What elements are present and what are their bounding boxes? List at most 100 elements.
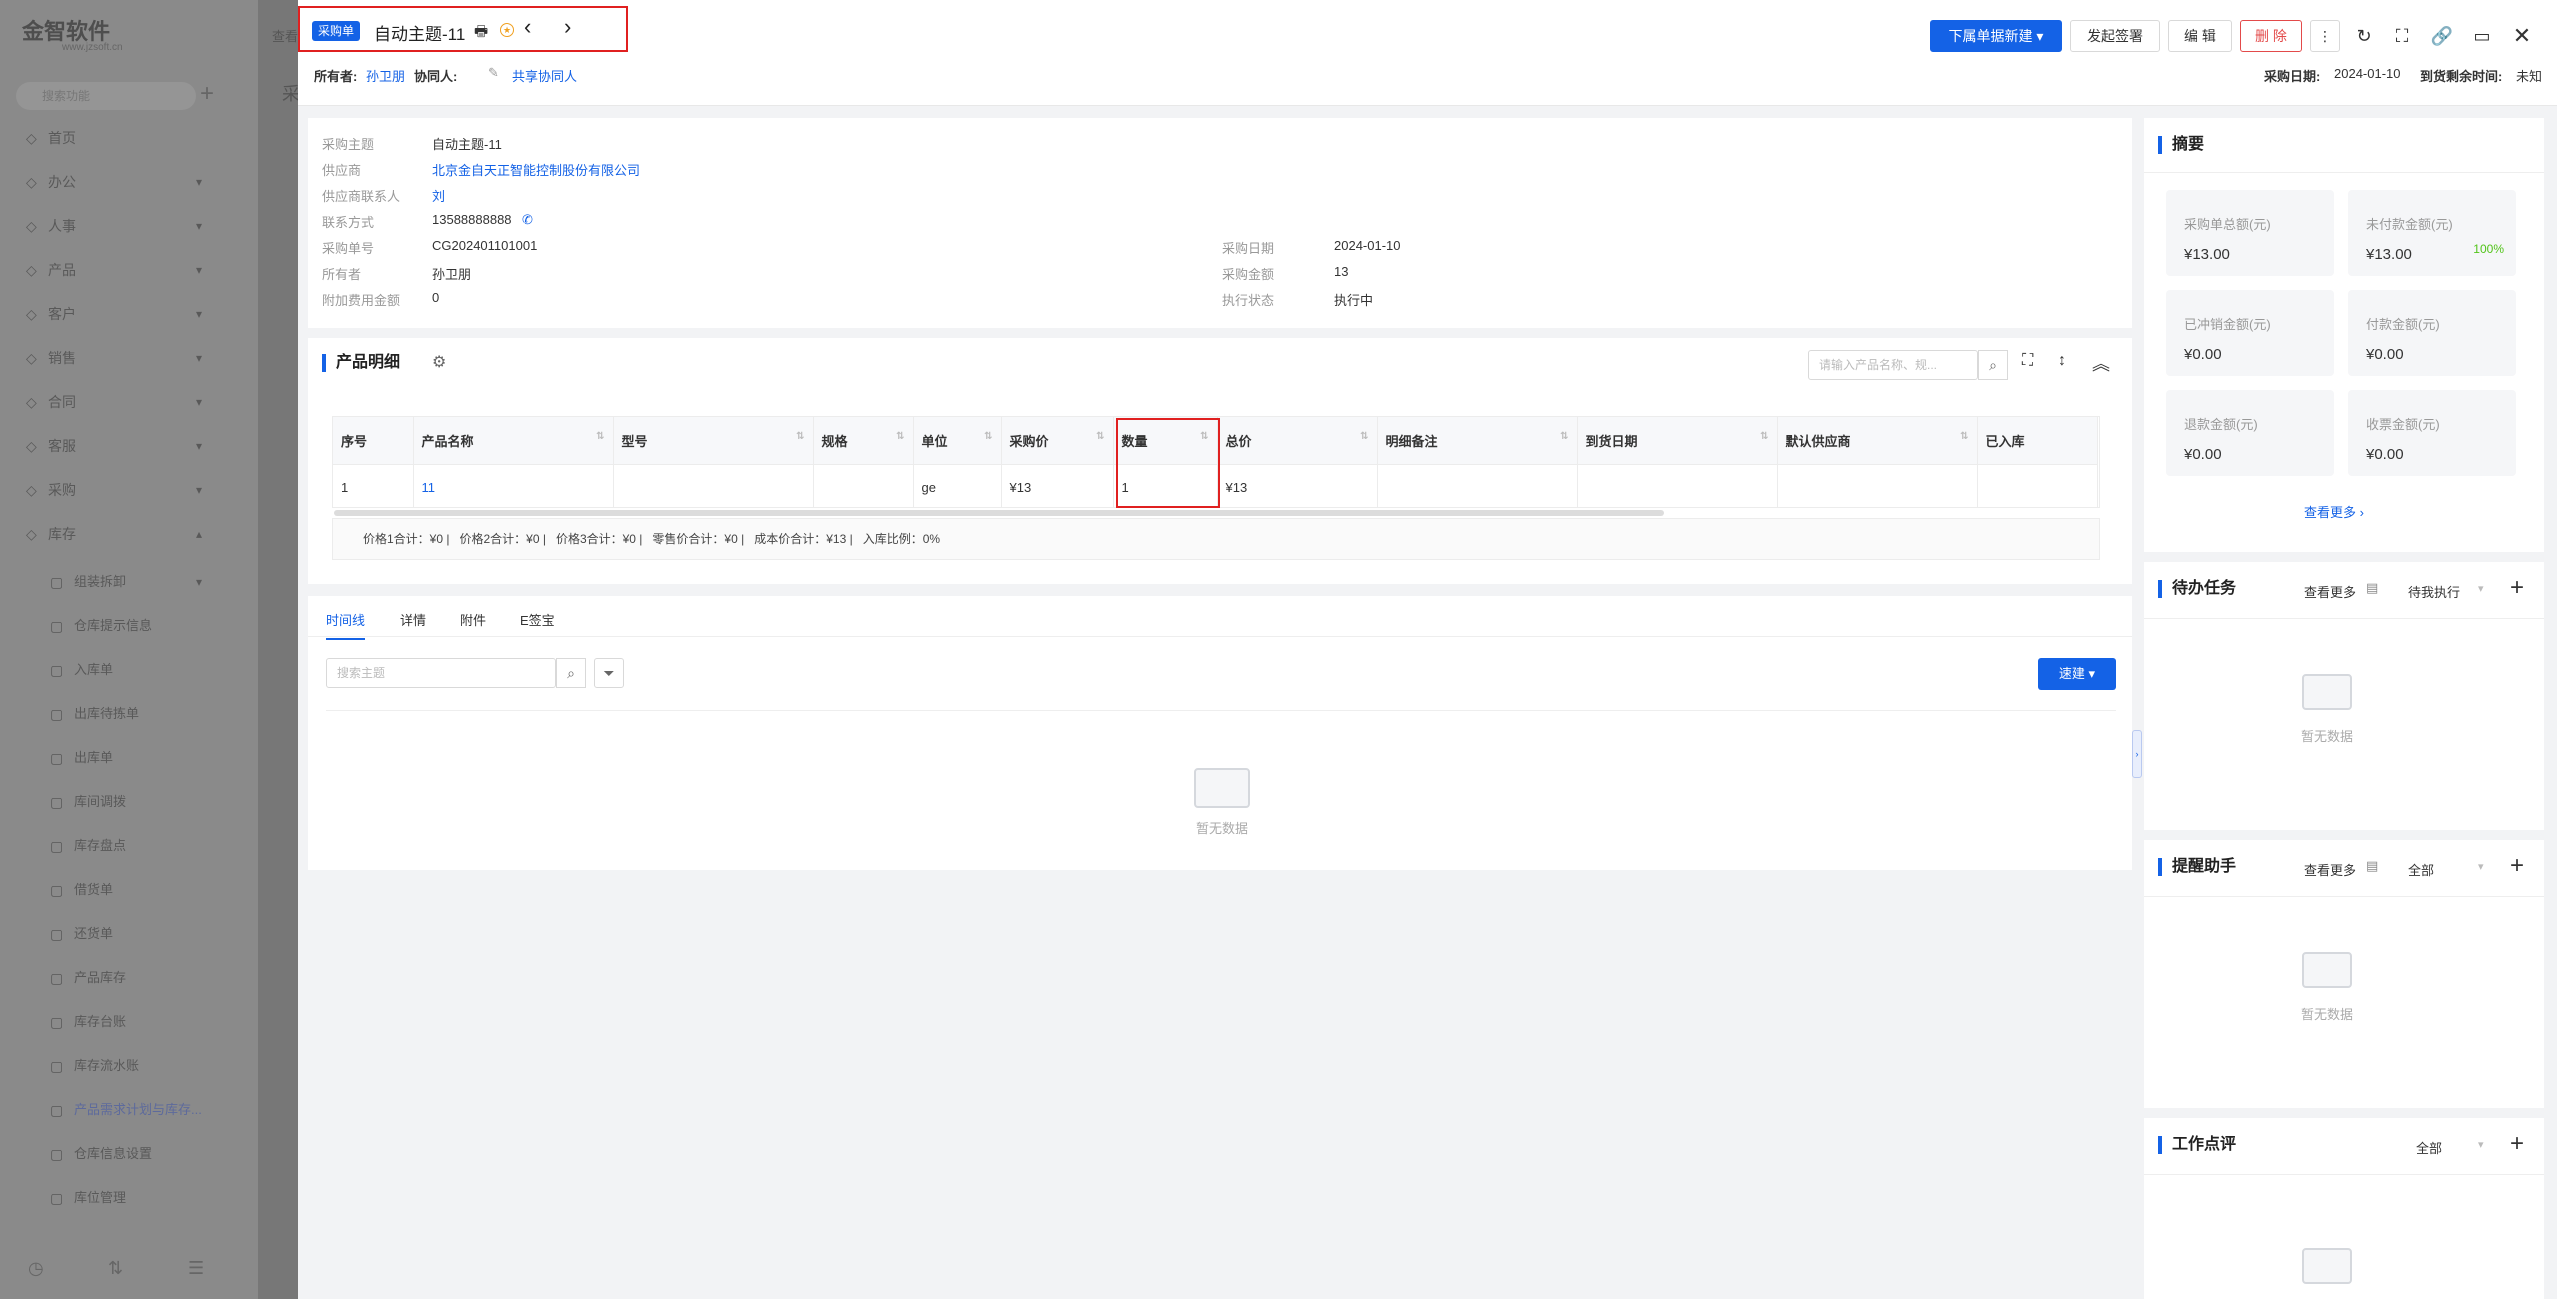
quick-create-button[interactable]: 速建 ▾ (2038, 658, 2116, 690)
sidebar-item-9[interactable]: ◇ 库存 ▴ (0, 514, 258, 554)
sidebar-subitem-12[interactable]: ▢ 产品需求计划与库存... (0, 1090, 258, 1130)
print-icon[interactable]: 🖶 (474, 21, 488, 46)
sort-icon[interactable]: ⇅ (1560, 431, 1568, 442)
sidebar-subitem-4[interactable]: ▢ 出库单 (0, 738, 258, 778)
add-todo-icon[interactable]: + (2510, 574, 2524, 602)
column-header[interactable]: 型号 ⇅ (613, 417, 814, 464)
column-header[interactable]: 规格 ⇅ (813, 417, 914, 464)
sidebar-item-0[interactable]: ◇ 首页 (0, 118, 258, 158)
tab-1[interactable]: 详情 (400, 610, 426, 629)
sidebar-subitem-13[interactable]: ▢ 仓库信息设置 (0, 1134, 258, 1174)
sidebar-item-2[interactable]: ◇ 人事 ▾ (0, 206, 258, 246)
sidebar-subitem-7[interactable]: ▢ 借货单 (0, 870, 258, 910)
filter-icon[interactable]: ⏷ (594, 658, 624, 688)
sidebar-search-input[interactable]: 搜索功能 (16, 82, 196, 110)
sidebar-item-5[interactable]: ◇ 销售 ▾ (0, 338, 258, 378)
info-value[interactable]: 北京金自天正智能控制股份有限公司 (432, 160, 640, 179)
sidebar-item-7[interactable]: ◇ 客服 ▾ (0, 426, 258, 466)
sidebar-subitem-10[interactable]: ▢ 库存台账 (0, 1002, 258, 1042)
timeline-search-icon[interactable]: ⌕ (556, 658, 586, 688)
close-icon[interactable]: ✕ (2508, 22, 2536, 50)
review-filter-select[interactable]: 全部 (2416, 1138, 2442, 1157)
search-icon[interactable]: ⌕ (1978, 350, 2008, 380)
sidebar-subitem-3[interactable]: ▢ 出库待拣单 (0, 694, 258, 734)
table-scrollbar[interactable] (334, 510, 1664, 516)
tab-3[interactable]: E签宝 (520, 610, 555, 629)
add-reminder-icon[interactable]: + (2510, 852, 2524, 880)
sub-doc-new-button[interactable]: 下属单据新建 ▾ (1930, 20, 2062, 52)
chevron-down-icon[interactable]: ▾ (2478, 582, 2484, 595)
settings-icon[interactable]: ⇅ (108, 1258, 123, 1279)
column-header[interactable]: 总价 ⇅ (1217, 417, 1378, 464)
review-chevron-down-icon[interactable]: ▾ (2478, 1138, 2484, 1151)
reminder-more-link[interactable]: 查看更多 (2304, 860, 2356, 879)
sidebar-item-3[interactable]: ◇ 产品 ▾ (0, 250, 258, 290)
sort-icon[interactable]: ⇅ (796, 431, 804, 442)
next-icon[interactable]: › (564, 14, 571, 40)
link-icon[interactable]: 🔗 (2428, 22, 2456, 50)
sidebar-subitem-0[interactable]: ▢ 组装拆卸 ▾ (0, 562, 258, 602)
sidebar-item-6[interactable]: ◇ 合同 ▾ (0, 382, 258, 422)
sign-button[interactable]: 发起签署 (2070, 20, 2160, 52)
share-collab-link[interactable]: 共享协同人 (512, 66, 577, 85)
fullscreen-icon[interactable]: ⛶ (2388, 22, 2416, 50)
todo-filter-select[interactable]: 待我执行 (2408, 582, 2460, 601)
sidebar-subitem-1[interactable]: ▢ 仓库提示信息 (0, 606, 258, 646)
table-cell[interactable]: 11 (413, 463, 614, 507)
expand-icon[interactable]: ⛶ (2022, 352, 2033, 370)
column-header[interactable]: 单位 ⇅ (913, 417, 1002, 464)
owner-link[interactable]: 孙卫朋 (366, 66, 405, 85)
sort-icon[interactable]: ⇅ (1960, 431, 1968, 442)
column-header[interactable]: 到货日期 ⇅ (1577, 417, 1778, 464)
add-review-icon[interactable]: + (2510, 1130, 2524, 1158)
sidebar-subitem-9[interactable]: ▢ 产品库存 (0, 958, 258, 998)
reminder-chevron-down-icon[interactable]: ▾ (2478, 860, 2484, 873)
reminder-calendar-icon[interactable]: ▤ (2366, 858, 2378, 874)
sort-icon[interactable]: ⇅ (896, 431, 904, 442)
more-button[interactable]: ⋮ (2310, 20, 2340, 52)
sidebar-subitem-2[interactable]: ▢ 入库单 (0, 650, 258, 690)
edit-icon[interactable]: ✎ (488, 65, 499, 81)
column-header[interactable]: 明细备注 ⇅ (1377, 417, 1578, 464)
sort-icon[interactable]: ⇅ (1096, 431, 1104, 442)
product-search-input[interactable]: 请输入产品名称、规... (1808, 350, 1978, 380)
sidebar-subitem-11[interactable]: ▢ 库存流水账 (0, 1046, 258, 1086)
history-icon[interactable]: ◷ (28, 1258, 44, 1279)
sidebar-subitem-8[interactable]: ▢ 还货单 (0, 914, 258, 954)
phone-icon[interactable]: ✆ (522, 212, 533, 228)
column-header[interactable]: 序号 (333, 417, 414, 464)
column-header[interactable]: 默认供应商 ⇅ (1777, 417, 1978, 464)
sort-icon[interactable]: ⇅ (984, 431, 992, 442)
save-icon[interactable]: ▭ (2468, 22, 2496, 50)
sidebar-subitem-14[interactable]: ▢ 库位管理 (0, 1178, 258, 1218)
reminder-filter-select[interactable]: 全部 (2408, 860, 2434, 879)
sort-icon[interactable]: ⇅ (1760, 431, 1768, 442)
sidebar-item-8[interactable]: ◇ 采购 ▾ (0, 470, 258, 510)
menu-icon[interactable]: ☰ (188, 1258, 204, 1279)
edit-button[interactable]: 编 辑 (2168, 20, 2232, 52)
sidebar-item-4[interactable]: ◇ 客户 ▾ (0, 294, 258, 334)
sort-icon[interactable]: ⇅ (1360, 431, 1368, 442)
calendar-icon[interactable]: ▤ (2366, 580, 2378, 596)
sort-icon[interactable]: ⇅ (596, 431, 604, 442)
sidebar-subitem-5[interactable]: ▢ 库间调拨 (0, 782, 258, 822)
tab-2[interactable]: 附件 (460, 610, 486, 629)
prev-icon[interactable]: ‹ (524, 14, 531, 40)
timeline-search-input[interactable]: 搜索主题 (326, 658, 556, 688)
column-header[interactable]: 已入库 (1977, 417, 2098, 464)
collapse-icon[interactable]: ︽ (2092, 350, 2110, 376)
refresh-icon[interactable]: ↻ (2350, 22, 2378, 50)
sidebar-item-1[interactable]: ◇ 办公 ▾ (0, 162, 258, 202)
column-header[interactable]: 产品名称 ⇅ (413, 417, 614, 464)
todo-more-link[interactable]: 查看更多 (2304, 582, 2356, 601)
height-icon[interactable]: ↕ (2058, 352, 2066, 370)
plus-icon[interactable]: + (200, 80, 214, 108)
column-header[interactable]: 采购价 ⇅ (1001, 417, 1114, 464)
gear-icon[interactable]: ⚙ (432, 352, 446, 372)
star-icon[interactable]: ★ (500, 23, 514, 37)
delete-button[interactable]: 删 除 (2240, 20, 2302, 52)
sidebar-subitem-6[interactable]: ▢ 库存盘点 (0, 826, 258, 866)
summary-more-link[interactable]: 查看更多 › (2304, 502, 2364, 521)
info-value[interactable]: 刘 (432, 186, 445, 205)
panel-collapse-handle[interactable]: › (2132, 730, 2142, 778)
